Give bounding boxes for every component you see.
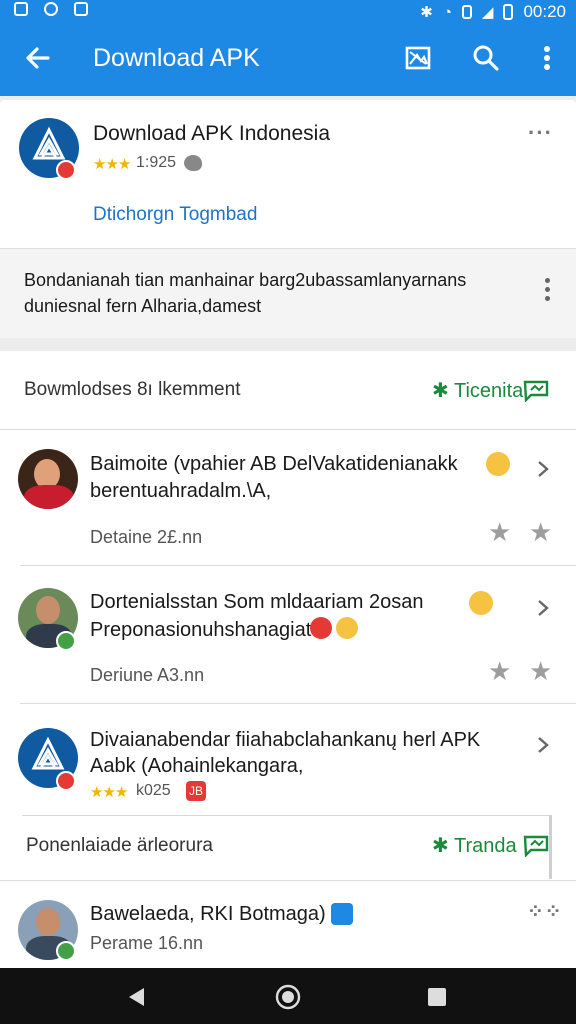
bluetooth-icon: ✱ [420, 4, 433, 21]
item-subtitle: Preponasionuhshanagiat [90, 619, 312, 641]
rating-badge: JB [186, 781, 207, 801]
downloads-card: Bowmlodses 8ı lkemment ✱ Ticenita Baimoi… [0, 351, 576, 968]
action-link[interactable]: Dtichorgn Togmbad [93, 204, 257, 226]
emoji-icon [336, 617, 358, 639]
app-name: Download APK Indonesia [93, 122, 330, 145]
image-icon[interactable] [402, 42, 434, 74]
feedback-icon[interactable] [522, 833, 550, 857]
back-arrow-icon[interactable] [22, 42, 54, 74]
item-meta: Deriune A3.nn [90, 665, 205, 685]
pin-icon: ✱ [432, 380, 449, 402]
avatar [18, 449, 78, 509]
mail-icon [74, 2, 88, 16]
item-title: Baimoite (vpahier AB DelVakatidenianakk [90, 453, 458, 475]
description-panel [0, 249, 576, 338]
star-icon[interactable]: ★ [529, 517, 552, 548]
more-vert-icon[interactable] [531, 42, 563, 74]
divider [20, 565, 576, 566]
battery-icon [503, 4, 514, 20]
more-vert-icon[interactable] [545, 278, 551, 305]
app-header-card: Download APK Indonesia ★★★ 1:925 ··· Dti… [0, 100, 576, 338]
chevron-right-icon[interactable] [532, 458, 554, 480]
notification-icon [44, 2, 58, 16]
item-subtitle: Aabk (Aohainlekangara, [90, 755, 304, 777]
pin-icon: ✱ [432, 835, 449, 857]
list-badge-icon [331, 903, 353, 925]
smile-emoji-icon [486, 452, 510, 476]
chevron-right-icon[interactable] [532, 734, 554, 756]
trending-link[interactable]: ✱ Ticenita [432, 378, 523, 403]
verified-badge [56, 941, 76, 961]
notification-icon [14, 2, 28, 16]
description-line: duniesnal fern Alharia,damest [24, 296, 262, 316]
trending-link[interactable]: ✱ Tranda [432, 833, 517, 858]
section-title: Ponenlaiade ärleorura [26, 835, 213, 856]
nav-home-icon[interactable] [275, 984, 301, 1010]
nav-back-icon[interactable] [126, 986, 148, 1008]
rating-stars: ★★★ [90, 784, 128, 801]
divider [20, 703, 576, 704]
item-title: Bawelaeda, RKI Botmaga) [90, 903, 326, 925]
star-icon[interactable]: ★ [488, 656, 511, 687]
money-emoji-icon [469, 591, 493, 615]
verified-badge [56, 771, 76, 791]
nav-recents-icon[interactable] [428, 988, 446, 1006]
item-meta: Detaine 2£.nn [90, 527, 203, 547]
item-title: Divaianabendar fiiahabclahankanų herl AP… [90, 729, 481, 751]
divider [0, 429, 576, 430]
system-nav-bar [0, 968, 576, 1024]
chevron-right-icon[interactable] [532, 597, 554, 619]
screen: ✱ ◔ ◢ 00:20 Download APK Download APK In… [0, 0, 576, 1024]
search-icon[interactable] [470, 42, 502, 74]
page-title: Download APK [93, 44, 260, 72]
divider [0, 880, 576, 881]
rating-value: k025 [136, 782, 171, 799]
status-time: 00:20 [523, 2, 566, 21]
wifi-icon: ◔ [442, 3, 452, 21]
signal-icon: ◢ [481, 4, 494, 21]
more-horiz-icon[interactable]: ··· [528, 120, 553, 146]
rating-value: 1:925 [136, 154, 177, 171]
status-bar: ✱ ◔ ◢ 00:20 [0, 0, 576, 22]
app-bar: Download APK [0, 22, 576, 96]
description-line: Bondanianah tian manhainar barg2ubassaml… [24, 270, 467, 290]
sim-icon [461, 5, 472, 19]
rating-stars: ★★★ [93, 156, 131, 173]
star-icon[interactable]: ★ [529, 656, 552, 687]
reviews-icon [184, 155, 202, 171]
item-meta: Perame 16.nn [90, 933, 204, 953]
star-icon[interactable]: ★ [488, 517, 511, 548]
emoji-icon [310, 617, 332, 639]
section-title: Bowmlodses 8ı lkemment [24, 379, 241, 400]
item-title: Dortenialsstan Som mldaariam 2osan [90, 591, 424, 613]
grid-menu-icon[interactable]: ⁘⁘ [527, 899, 563, 924]
item-subtitle: berentuahradalm.\A, [90, 480, 272, 502]
verified-badge [56, 160, 76, 180]
verified-badge [56, 631, 76, 651]
feedback-icon[interactable] [522, 378, 550, 402]
